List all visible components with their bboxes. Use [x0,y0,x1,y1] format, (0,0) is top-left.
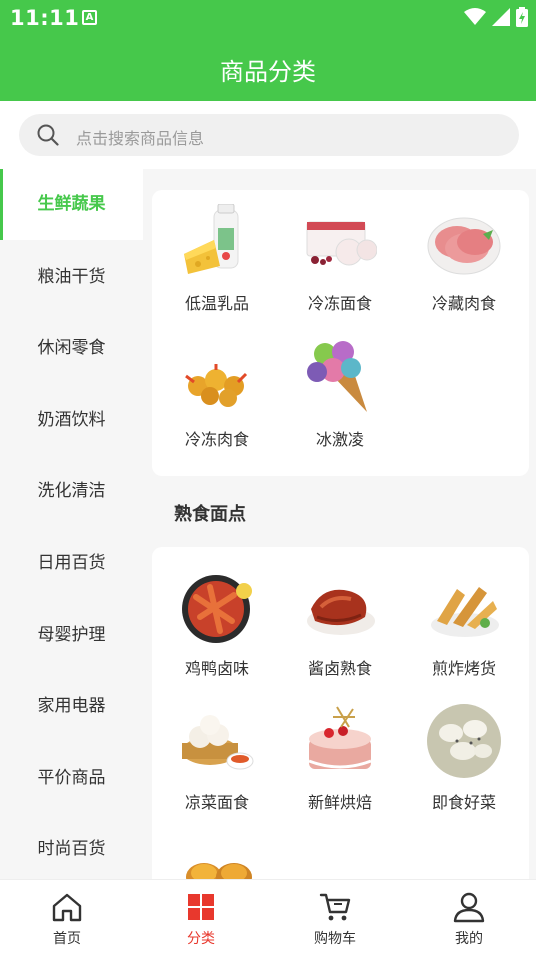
category-item-fresh-bakery[interactable]: 新鲜烘焙 [279,689,401,813]
sidebar-item-drinks[interactable]: 奶酒饮料 [0,385,143,456]
search-placeholder: 点击搜索商品信息 [76,129,205,148]
egg-tart-image [186,863,252,879]
category-label: 冷冻肉食 [184,430,249,449]
category-card: 低温乳品 冷冻面食 冷藏肉食 冷冻肉食 冰激凌 [152,190,529,476]
fried-snacks-image [431,587,499,637]
sidebar-item-appliances[interactable]: 家用电器 [0,671,143,742]
user-icon [453,892,485,923]
search-icon [37,124,59,146]
status-bar: 11:11 A [0,0,536,36]
category-label: 煎炸烤货 [431,659,496,678]
status-icons [464,6,528,28]
tab-label: 首页 [53,931,81,947]
wifi-icon [464,8,486,25]
rice-cakes-image [427,704,501,778]
category-label: 低温乳品 [184,294,249,313]
category-item-chilled-meat[interactable]: 冷藏肉食 [403,190,525,314]
battery-icon [516,7,528,27]
sidebar-item-cleaning[interactable]: 洗化清洁 [0,456,143,527]
category-sidebar: 生鲜蔬果 粮油干货 休闲零食 奶酒饮料 洗化清洁 日用百货 母婴护理 家用电器 … [0,169,143,879]
category-item-chilled-dairy[interactable]: 低温乳品 [156,190,278,314]
tab-label: 分类 [187,931,215,947]
fried-shrimp-image [185,364,248,407]
braised-chicken-feet-image [182,575,252,643]
title-bar: 商品分类 [0,36,536,101]
notification-icon: A [82,10,97,25]
sliced-ham-image [427,217,501,275]
tab-label: 我的 [455,931,483,947]
cake-image [308,706,372,769]
sidebar-item-grain-oil[interactable]: 粮油干货 [0,242,143,313]
category-item-ready-meals[interactable]: 即食好菜 [403,689,525,813]
category-label: 凉菜面食 [184,793,249,812]
sidebar-item-snacks[interactable]: 休闲零食 [0,313,143,384]
category-item-fried-roasted[interactable]: 煎炸烤货 [403,555,525,679]
category-item-braised-cooked[interactable]: 酱卤熟食 [279,555,401,679]
tab-home[interactable]: 首页 [0,880,134,954]
category-label: 酱卤熟食 [307,659,372,678]
category-label: 冷冻面食 [307,294,372,313]
tab-label: 购物车 [314,931,356,947]
search-bar: 点击搜索商品信息 [0,101,536,169]
yogurt-cheese-image [184,204,239,274]
signal-icon [492,8,510,26]
home-icon [52,893,82,922]
category-label: 鸡鸭卤味 [184,659,249,678]
ice-cream-cone-image [307,341,367,412]
tab-category[interactable]: 分类 [134,880,268,954]
sidebar-item-fashion[interactable]: 时尚百货 [0,814,143,885]
braised-duck-image [307,589,375,635]
status-time: 11:11 [10,6,80,30]
category-item-cold-dishes[interactable]: 凉菜面食 [156,689,278,813]
category-grid-icon [188,894,214,920]
category-content: 低温乳品 冷冻面食 冷藏肉食 冷冻肉食 冰激凌 熟食面点 鸡鸭卤味 酱卤熟食 煎… [143,169,536,879]
frozen-buns-image [306,221,377,266]
search-input[interactable]: 点击搜索商品信息 [19,114,519,156]
category-item-braised-poultry[interactable]: 鸡鸭卤味 [156,555,278,679]
tab-profile[interactable]: 我的 [402,880,536,954]
category-label: 新鲜烘焙 [307,793,372,812]
cart-icon [319,893,351,921]
section-title: 熟食面点 [174,504,246,525]
sidebar-item-budget[interactable]: 平价商品 [0,743,143,814]
category-item-egg-tart[interactable] [156,823,278,879]
category-item-frozen-meat[interactable]: 冷冻肉食 [156,326,278,450]
category-label: 冷藏肉食 [431,294,496,313]
category-item-frozen-noodles[interactable]: 冷冻面食 [279,190,401,314]
sidebar-item-daily-goods[interactable]: 日用百货 [0,528,143,599]
sidebar-item-baby-care[interactable]: 母婴护理 [0,600,143,671]
category-card: 鸡鸭卤味 酱卤熟食 煎炸烤货 凉菜面食 新鲜烘焙 即食好菜 [152,547,529,879]
category-item-ice-cream[interactable]: 冰激凌 [279,326,401,450]
sidebar-item-fresh[interactable]: 生鲜蔬果 [0,169,143,240]
category-label: 冰激凌 [315,430,364,449]
tab-cart[interactable]: 购物车 [268,880,402,954]
page-title: 商品分类 [220,58,316,86]
category-label: 即食好菜 [431,793,496,812]
steamed-buns-image [182,715,254,770]
bottom-tab-bar: 首页 分类 购物车 我的 [0,879,536,954]
